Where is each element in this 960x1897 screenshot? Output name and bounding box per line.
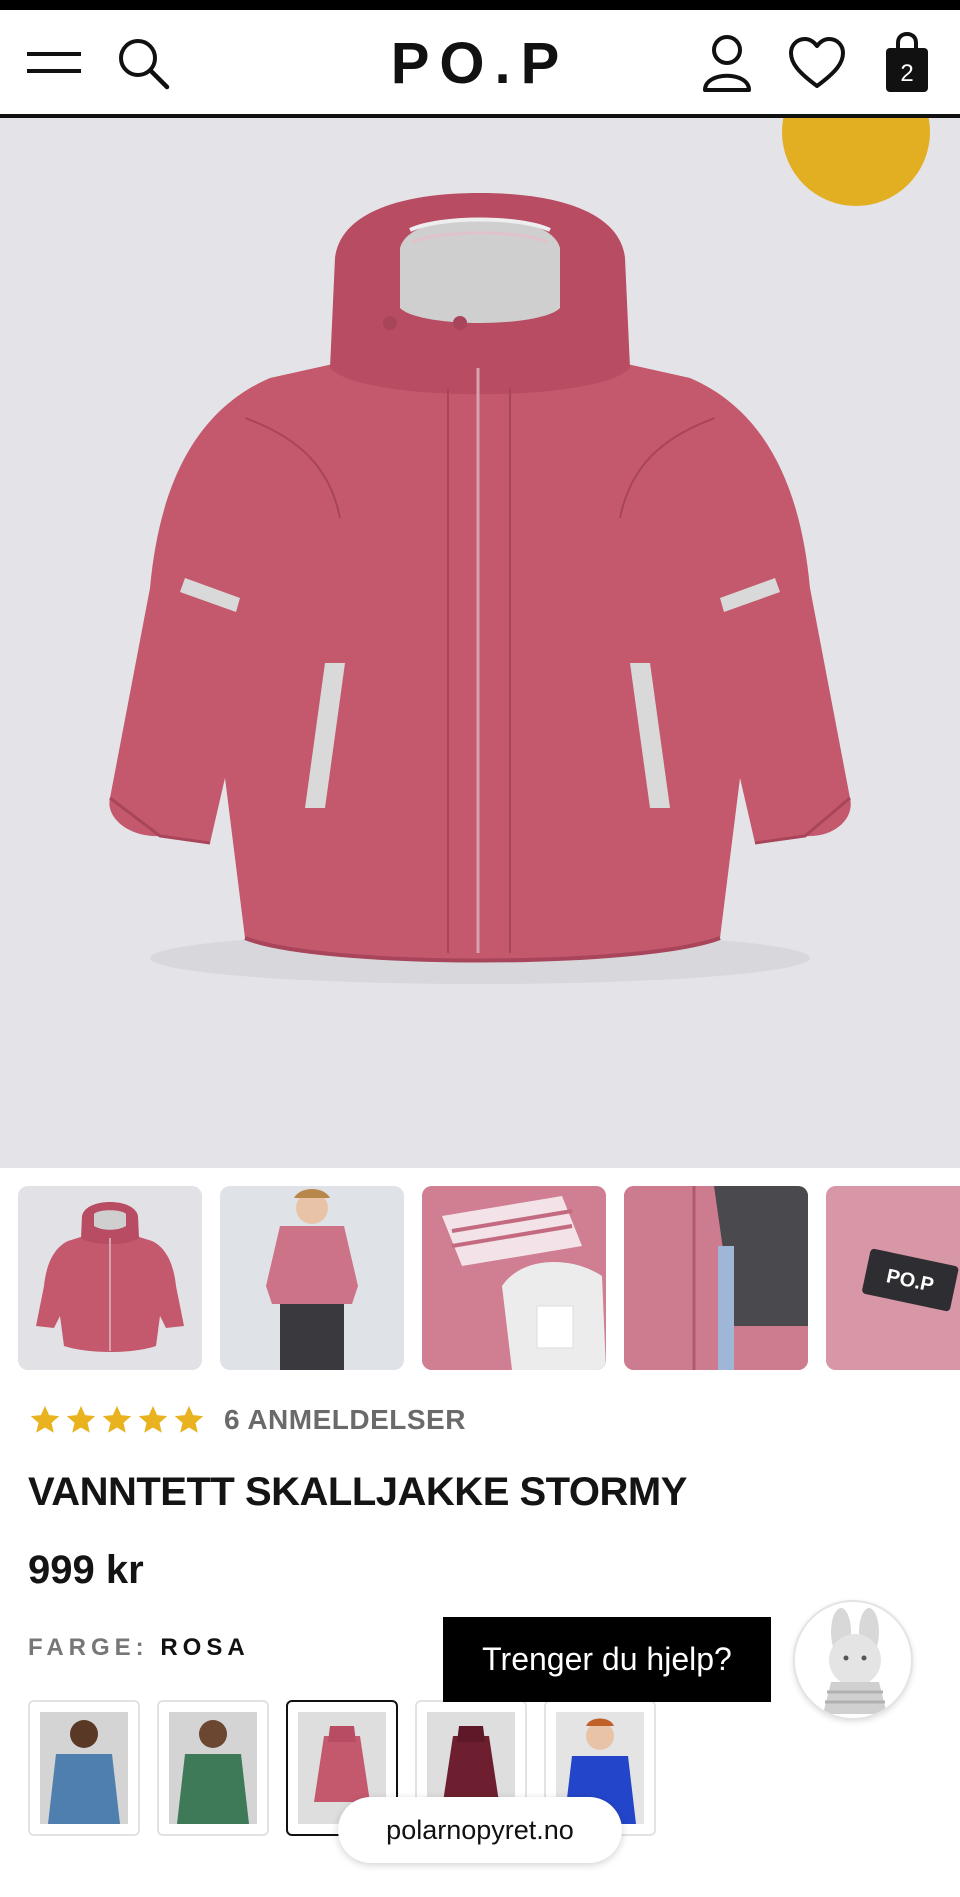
- cart-count: 2: [900, 60, 913, 87]
- product-image[interactable]: [0, 118, 960, 1168]
- star-icon: [174, 1405, 204, 1433]
- site-header: PO.P 2: [0, 10, 960, 118]
- bunny-toy-icon: [823, 1608, 887, 1714]
- color-selection-label: FARGE: ROSA: [28, 1634, 250, 1662]
- star-icon: [30, 1405, 60, 1433]
- color-swatch-blue[interactable]: [28, 1700, 140, 1836]
- jacket-illustration: [109, 193, 851, 984]
- thumbnail-jacket-front[interactable]: [18, 1186, 202, 1370]
- thumbnail-strip: PO.P: [18, 1186, 960, 1372]
- color-value: ROSA: [160, 1634, 250, 1661]
- thumbnail-child-wearing[interactable]: [220, 1186, 404, 1370]
- rating-row[interactable]: 6 ANMELDELSER: [28, 1402, 466, 1438]
- product-title: VANNTETT SKALLJAKKE STORMY: [28, 1470, 687, 1514]
- cart-icon[interactable]: 2: [876, 32, 938, 94]
- help-chat-button[interactable]: Trenger du hjelp?: [443, 1617, 771, 1702]
- top-bar: [0, 0, 960, 10]
- color-swatch-green[interactable]: [157, 1700, 269, 1836]
- star-icon: [66, 1405, 96, 1433]
- account-icon[interactable]: [696, 32, 758, 94]
- star-icon: [138, 1405, 168, 1433]
- reviews-count[interactable]: 6 ANMELDELSER: [224, 1404, 466, 1436]
- product-price: 999 kr: [28, 1548, 144, 1592]
- color-label: FARGE:: [28, 1634, 149, 1661]
- thumbnail-collar-detail[interactable]: [422, 1186, 606, 1370]
- thumbnail-zipper-detail[interactable]: [624, 1186, 808, 1370]
- heart-icon[interactable]: [786, 32, 848, 94]
- chat-avatar[interactable]: [793, 1600, 913, 1720]
- star-icon: [102, 1405, 132, 1433]
- thumbnail-logo-patch[interactable]: PO.P: [826, 1186, 960, 1370]
- browser-url-bar[interactable]: polarnopyret.no: [338, 1797, 622, 1863]
